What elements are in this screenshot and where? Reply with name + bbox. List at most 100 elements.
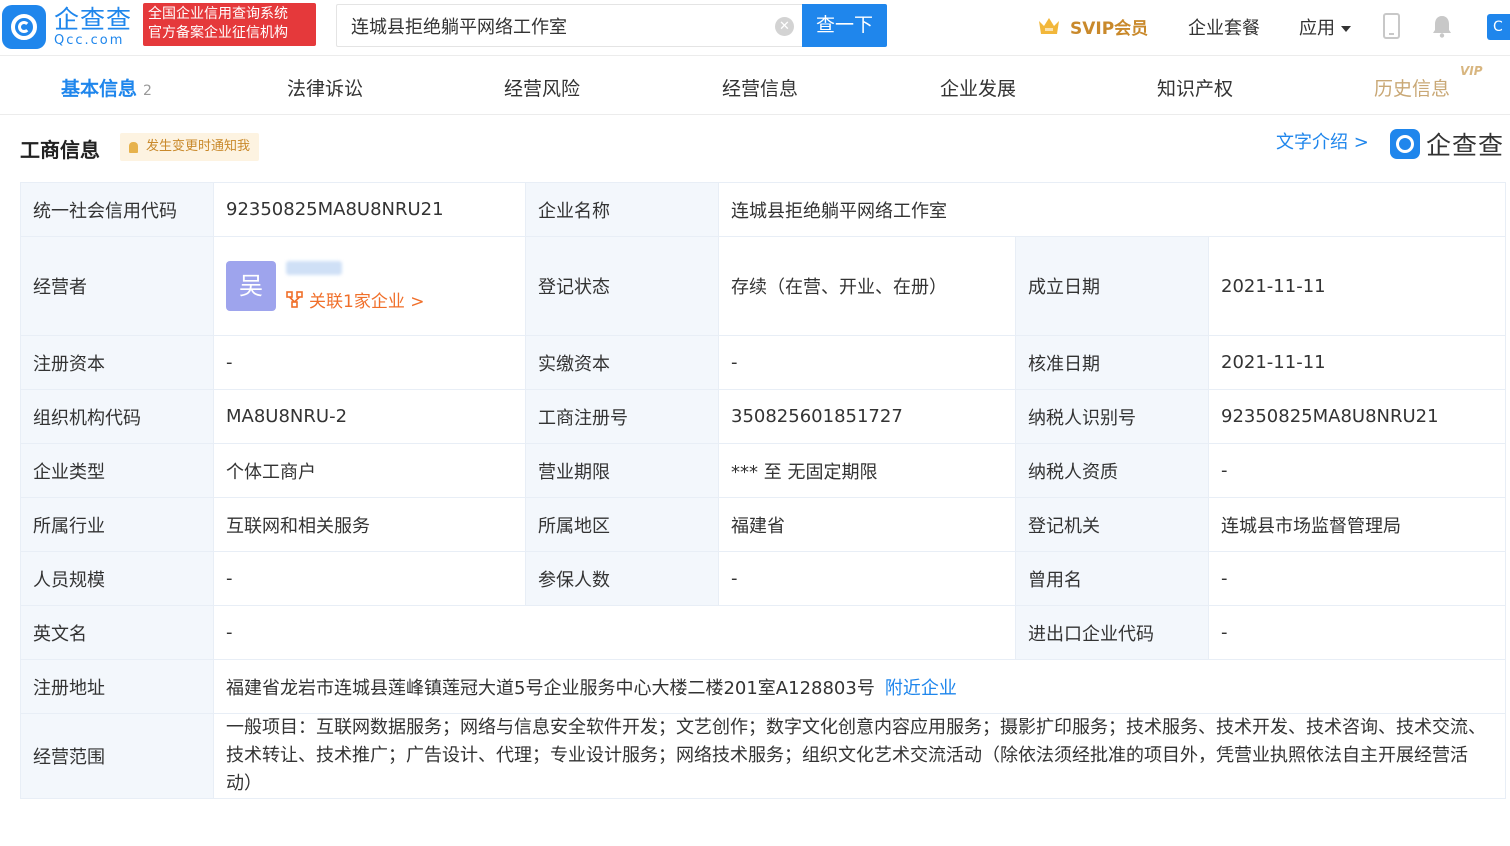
tab-history[interactable]: 历史信息 VIP <box>1374 64 1483 101</box>
taxpayer-qual-value: - <box>1207 443 1507 498</box>
tab-intellectual-property[interactable]: 知识产权 <box>1157 74 1233 101</box>
notify-label: 发生变更时通知我 <box>146 139 251 154</box>
former-name-label: 曾用名 <box>1015 551 1209 606</box>
region-value: 福建省 <box>718 497 1016 552</box>
established-date-label: 成立日期 <box>1015 236 1209 336</box>
org-code-label: 组织机构代码 <box>20 389 214 444</box>
operator-person: 吴 关联1家企业 > <box>226 260 513 312</box>
credit-code-value: 92350825MA8U8NRU21 <box>213 182 526 237</box>
gov-certification-badge: 全国企业信用查询系统 官方备案企业征信机构 <box>143 3 316 46</box>
gov-badge-line2: 官方备案企业征信机构 <box>148 25 288 41</box>
company-name-value: 连城县拒绝躺平网络工作室 <box>717 182 1507 237</box>
search-button[interactable]: 查一下 <box>802 4 887 47</box>
table-row: 企业类型 个体工商户 营业期限 *** 至 无固定期限 纳税人资质 - <box>20 443 1507 498</box>
biz-reg-no-label: 工商注册号 <box>525 389 719 444</box>
table-row: 注册地址 福建省龙岩市连城县莲峰镇莲冠大道5号企业服务中心大楼二楼201室A12… <box>20 659 1507 714</box>
tab-basic-info[interactable]: 基本信息 2 <box>61 74 152 101</box>
operator-label: 经营者 <box>20 236 214 336</box>
reg-authority-value: 连城县市场监督管理局 <box>1207 497 1507 552</box>
taxpayer-id-value: 92350825MA8U8NRU21 <box>1207 389 1507 444</box>
staff-size-label: 人员规模 <box>20 551 214 606</box>
established-date-value: 2021-11-11 <box>1207 236 1507 336</box>
reg-capital-label: 注册资本 <box>20 335 214 390</box>
staff-size-value: - <box>213 551 526 606</box>
site-logo[interactable]: 企查查 Qcc.com <box>0 3 132 51</box>
mobile-phone-icon[interactable] <box>1383 13 1400 39</box>
biz-term-value: *** 至 无固定期限 <box>718 443 1016 498</box>
search-input[interactable] <box>337 5 757 46</box>
crown-icon <box>1038 17 1060 35</box>
paid-capital-label: 实缴资本 <box>525 335 719 390</box>
table-row: 英文名 - 进出口企业代码 - <box>20 605 1507 660</box>
taxpayer-qual-label: 纳税人资质 <box>1015 443 1209 498</box>
industry-value: 互联网和相关服务 <box>213 497 526 552</box>
qcc-brand-watermark: 企查查 <box>1390 126 1504 162</box>
table-row: 组织机构代码 MA8U8NRU-2 工商注册号 350825601851727 … <box>20 389 1507 444</box>
org-code-value: MA8U8NRU-2 <box>213 389 526 444</box>
company-name-label: 企业名称 <box>525 182 719 237</box>
tab-business-risk[interactable]: 经营风险 <box>504 74 580 101</box>
former-name-value: - <box>1207 551 1507 606</box>
biz-term-label: 营业期限 <box>525 443 719 498</box>
svip-label: SVIP会员 <box>1070 18 1149 39</box>
related-companies-link[interactable]: 关联1家企业 > <box>286 287 424 312</box>
notify-on-change-button[interactable]: 发生变更时通知我 <box>120 133 260 161</box>
tab-development[interactable]: 企业发展 <box>940 74 1016 101</box>
nearby-companies-link[interactable]: 附近企业 <box>885 678 957 699</box>
address-cell: 福建省龙岩市连城县莲峰镇莲冠大道5号企业服务中心大楼二楼201室A128803号… <box>212 659 1507 714</box>
approved-date-label: 核准日期 <box>1015 335 1209 390</box>
section-title: 工商信息 <box>20 138 100 162</box>
biz-reg-no-value: 350825601851727 <box>718 389 1016 444</box>
blurred-operator-name[interactable] <box>286 260 342 275</box>
main-tabs: 基本信息 2 法律诉讼 经营风险 经营信息 企业发展 知识产权 历史信息 VIP <box>0 57 1510 115</box>
table-row: 注册资本 - 实缴资本 - 核准日期 2021-11-11 <box>20 335 1507 390</box>
logo-cn-text: 企查查 <box>54 5 133 34</box>
reg-capital-value: - <box>213 335 526 390</box>
table-row: 所属行业 互联网和相关服务 所属地区 福建省 登记机关 连城县市场监督管理局 <box>20 497 1507 552</box>
svip-member-link[interactable]: SVIP会员 <box>1038 13 1148 39</box>
reg-authority-label: 登记机关 <box>1015 497 1209 552</box>
gov-badge-line1: 全国企业信用查询系统 <box>148 6 288 22</box>
tab-count: 2 <box>143 83 152 99</box>
reg-status-label: 登记状态 <box>525 236 719 336</box>
avatar[interactable]: 吴 <box>226 261 276 311</box>
tab-label: 基本信息 <box>61 78 138 100</box>
related-companies-text: 关联1家企业 > <box>309 291 425 312</box>
bell-icon <box>129 141 138 153</box>
address-label: 注册地址 <box>20 659 214 714</box>
scope-value: 一般项目：互联网数据服务；网络与信息安全软件开发；文艺创作；数字文化创意内容应用… <box>212 713 1507 799</box>
import-export-label: 进出口企业代码 <box>1015 605 1209 660</box>
credit-code-label: 统一社会信用代码 <box>20 182 214 237</box>
top-header: 企查查 Qcc.com 全国企业信用查询系统 官方备案企业征信机构 ✕ 查一下 … <box>0 0 1510 56</box>
english-name-label: 英文名 <box>20 605 214 660</box>
qcc-logo-icon <box>2 5 46 49</box>
reg-status-value: 存续（在营、开业、在册） <box>718 236 1016 336</box>
region-label: 所属地区 <box>525 497 719 552</box>
insured-label: 参保人数 <box>525 551 719 606</box>
approved-date-value: 2021-11-11 <box>1207 335 1507 390</box>
logo-en-text: Qcc.com <box>54 33 125 48</box>
relation-graph-icon <box>286 290 303 308</box>
vip-badge: VIP <box>1460 64 1483 78</box>
search-box: ✕ <box>336 4 802 47</box>
clear-icon[interactable]: ✕ <box>775 17 794 36</box>
english-name-value: - <box>213 605 1016 660</box>
tab-label: 历史信息 <box>1374 78 1451 100</box>
taxpayer-id-label: 纳税人识别号 <box>1015 389 1209 444</box>
text-intro-link[interactable]: 文字介绍 > <box>1276 128 1369 154</box>
nav-enterprise-package[interactable]: 企业套餐 <box>1188 14 1260 40</box>
tab-business-info[interactable]: 经营信息 <box>722 74 798 101</box>
company-type-label: 企业类型 <box>20 443 214 498</box>
address-value: 福建省龙岩市连城县莲峰镇莲冠大道5号企业服务中心大楼二楼201室A128803号 <box>226 677 875 699</box>
brand-text: 企查查 <box>1426 131 1505 160</box>
notification-bell-icon[interactable] <box>1432 14 1452 38</box>
paid-capital-value: - <box>718 335 1016 390</box>
table-row: 经营范围 一般项目：互联网数据服务；网络与信息安全软件开发；文艺创作；数字文化创… <box>20 713 1507 799</box>
nav-app-dropdown[interactable]: 应用 <box>1299 14 1351 40</box>
industry-label: 所属行业 <box>20 497 214 552</box>
table-row: 统一社会信用代码 92350825MA8U8NRU21 企业名称 连城县拒绝躺平… <box>20 182 1507 237</box>
edge-action-button[interactable]: C <box>1487 14 1510 40</box>
qcc-logo-icon <box>1390 129 1420 159</box>
table-row: 人员规模 - 参保人数 - 曾用名 - <box>20 551 1507 606</box>
tab-legal[interactable]: 法律诉讼 <box>287 74 363 101</box>
